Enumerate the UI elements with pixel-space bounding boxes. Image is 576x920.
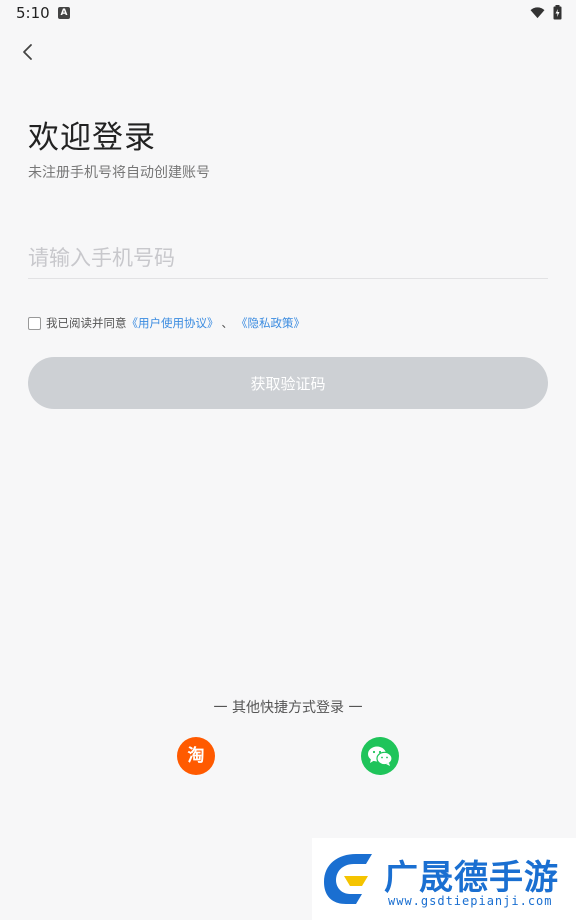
agreement-prefix: 我已阅读并同意 xyxy=(46,316,127,330)
privacy-policy-link[interactable]: 《隐私政策》 xyxy=(236,315,305,331)
phone-input[interactable] xyxy=(28,238,548,279)
chevron-left-icon xyxy=(23,44,32,60)
agreement-row: 我已阅读并同意 《用户使用协议》 、 《隐私政策》 xyxy=(28,315,305,331)
wifi-icon xyxy=(530,7,545,19)
back-button[interactable] xyxy=(14,38,42,66)
wechat-login-button[interactable] xyxy=(361,737,399,775)
status-icons xyxy=(530,5,562,20)
get-code-button[interactable]: 获取验证码 xyxy=(28,357,548,409)
user-agreement-link[interactable]: 《用户使用协议》 xyxy=(127,315,219,331)
taobao-login-button[interactable]: 淘 xyxy=(177,737,215,775)
page-title: 欢迎登录 xyxy=(28,120,156,156)
watermark-logo-icon xyxy=(324,854,372,904)
status-bar: 5:10 A xyxy=(0,0,576,28)
watermark-url: www.gsdtiepianji.com xyxy=(388,894,553,908)
watermark-name: 广晟德手游 xyxy=(384,858,559,898)
status-time: 5:10 xyxy=(16,4,50,22)
agreement-separator: 、 xyxy=(221,316,234,330)
agreement-checkbox[interactable] xyxy=(28,316,41,330)
watermark: 广晟德手游 www.gsdtiepianji.com xyxy=(312,838,576,920)
notification-a-icon: A xyxy=(58,7,70,19)
other-login-label: 一 其他快捷方式登录 一 xyxy=(213,700,363,716)
wechat-icon xyxy=(368,746,393,766)
page-subtitle: 未注册手机号将自动创建账号 xyxy=(28,165,210,181)
battery-icon xyxy=(553,5,562,20)
